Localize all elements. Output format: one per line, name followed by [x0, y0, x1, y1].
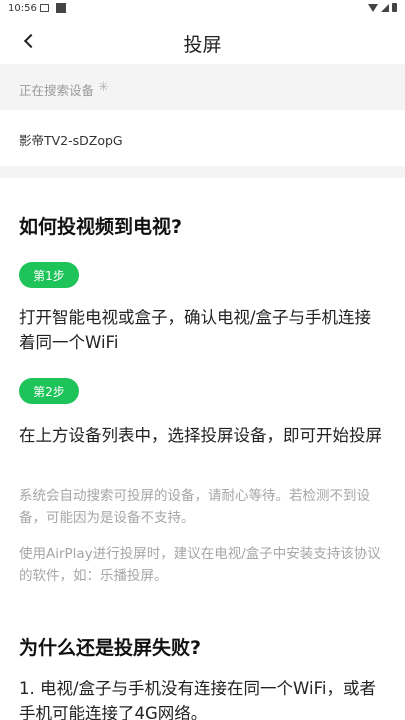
help-note: 系统会自动搜索可投屏的设备，请耐心等待。若检测不到设备，可能因为是设备不支持。 [19, 488, 370, 526]
failure-title: 为什么还是投屏失败? [19, 637, 202, 659]
help-note: 使用AirPlay进行投屏时，建议在电视/盒子中安装支持该协议的软件，如：乐播投… [19, 546, 381, 584]
page-title: 投屏 [183, 34, 222, 56]
help-title: 如何投视频到电视? [19, 216, 183, 238]
notification-icon [40, 4, 49, 12]
device-search-status: 正在搜索设备 ✳ [0, 64, 405, 110]
searching-text: 正在搜索设备 [19, 83, 95, 98]
status-bar: 10:56 [0, 0, 405, 18]
step-1-badge: 第1步 [19, 262, 79, 288]
wifi-icon [368, 3, 378, 12]
device-list-item[interactable]: 影帝TV2-sDZopG [0, 110, 405, 166]
spinner-icon: ✳ [98, 80, 109, 95]
status-time: 10:56 [8, 3, 37, 14]
help-section: 如何投视频到电视? 第1步 打开智能电视或盒子，确认电视/盒子与手机连接着同一个… [0, 178, 405, 720]
step-2-badge: 第2步 [19, 378, 79, 404]
step-1-text: 打开智能电视或盒子，确认电视/盒子与手机连接着同一个WiFi [19, 308, 372, 352]
device-name: 影帝TV2-sDZopG [19, 133, 123, 148]
failure-reason: 1. 电视/盒子与手机没有连接在同一个WiFi，或者手机可能连接了4G网络。 [19, 679, 376, 720]
signal-icon [381, 3, 389, 12]
top-bar: 投屏 [0, 18, 405, 64]
notification-square-icon [56, 3, 66, 13]
step-2-text: 在上方设备列表中，选择投屏设备，即可开始投屏 [19, 426, 382, 445]
battery-icon [392, 3, 397, 12]
status-icons [368, 3, 397, 12]
